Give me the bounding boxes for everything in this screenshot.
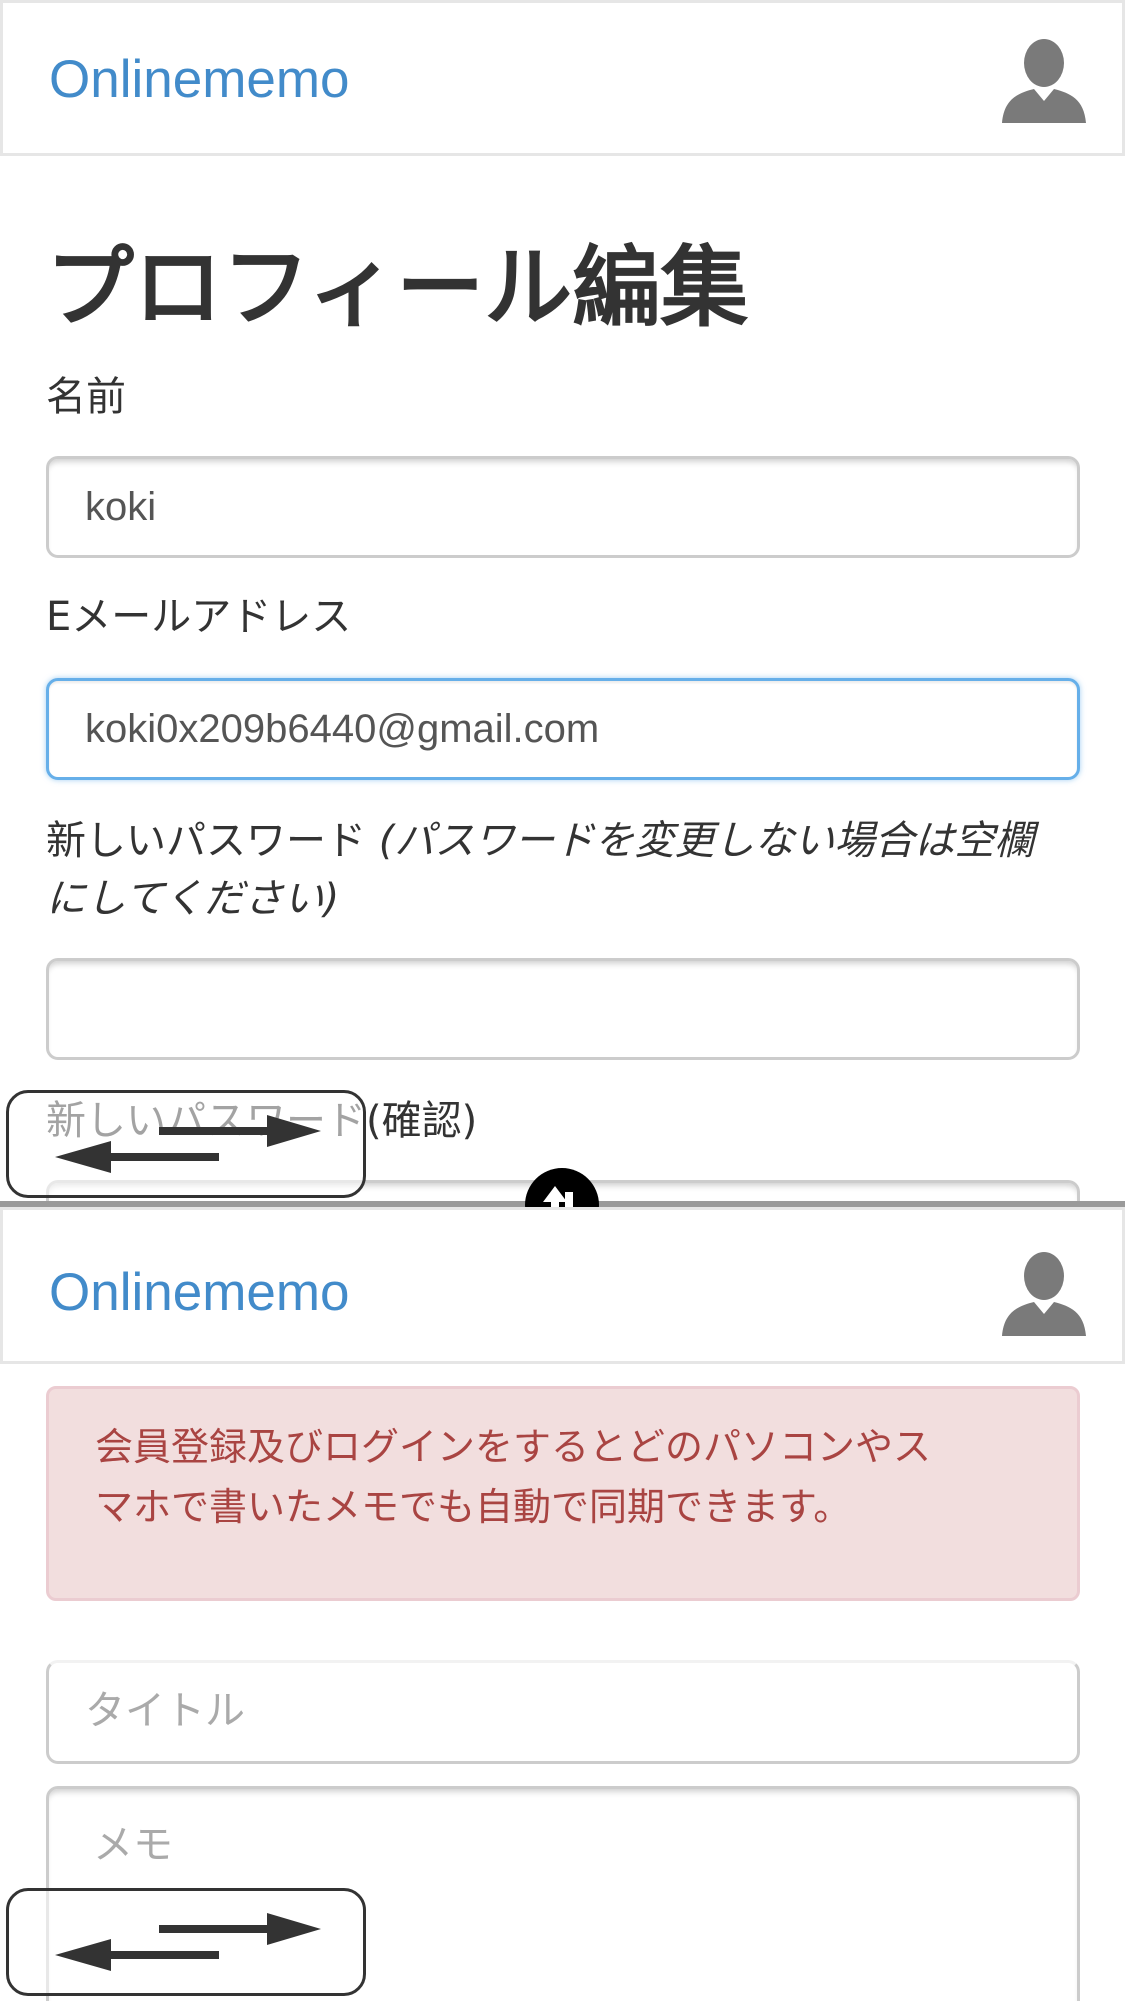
- title-input[interactable]: タイトル: [46, 1660, 1080, 1764]
- password-label-text: 新しいパスワード: [46, 818, 366, 864]
- brand-link[interactable]: Onlinememo: [49, 49, 349, 111]
- user-icon[interactable]: [1000, 37, 1088, 125]
- bottom-navbar: Onlinememo: [0, 1207, 1125, 1364]
- name-field[interactable]: koki: [46, 456, 1080, 558]
- alert-line-2: マホで書いたメモでも自動で同期できます。: [95, 1485, 852, 1529]
- top-navbar: Onlinememo: [0, 0, 1125, 156]
- brand-link[interactable]: Onlinememo: [49, 1262, 349, 1324]
- swap-arrows-icon[interactable]: [6, 1888, 366, 1996]
- password-hint-line2: にしてください): [46, 876, 340, 922]
- password-field[interactable]: [46, 958, 1080, 1060]
- email-field[interactable]: koki0x209b6440@gmail.com: [46, 678, 1080, 780]
- memo-placeholder: メモ: [93, 1822, 173, 1868]
- name-label: 名前: [46, 374, 126, 420]
- password-label: 新しいパスワード (パスワードを変更しない場合は空欄 にしてください): [46, 812, 1086, 928]
- password-hint-line1: (パスワードを変更しない場合は空欄: [378, 818, 1035, 864]
- swap-arrows-icon[interactable]: [6, 1090, 366, 1198]
- user-icon[interactable]: [1000, 1250, 1088, 1338]
- alert-line-1: 会員登録及びログインをするとどのパソコンやス: [95, 1425, 932, 1469]
- signup-alert: 会員登録及びログインをするとどのパソコンやス マホで書いたメモでも自動で同期でき…: [46, 1386, 1080, 1601]
- page-title: プロフィール編集: [46, 236, 749, 339]
- email-label: Eメールアドレス: [46, 594, 352, 640]
